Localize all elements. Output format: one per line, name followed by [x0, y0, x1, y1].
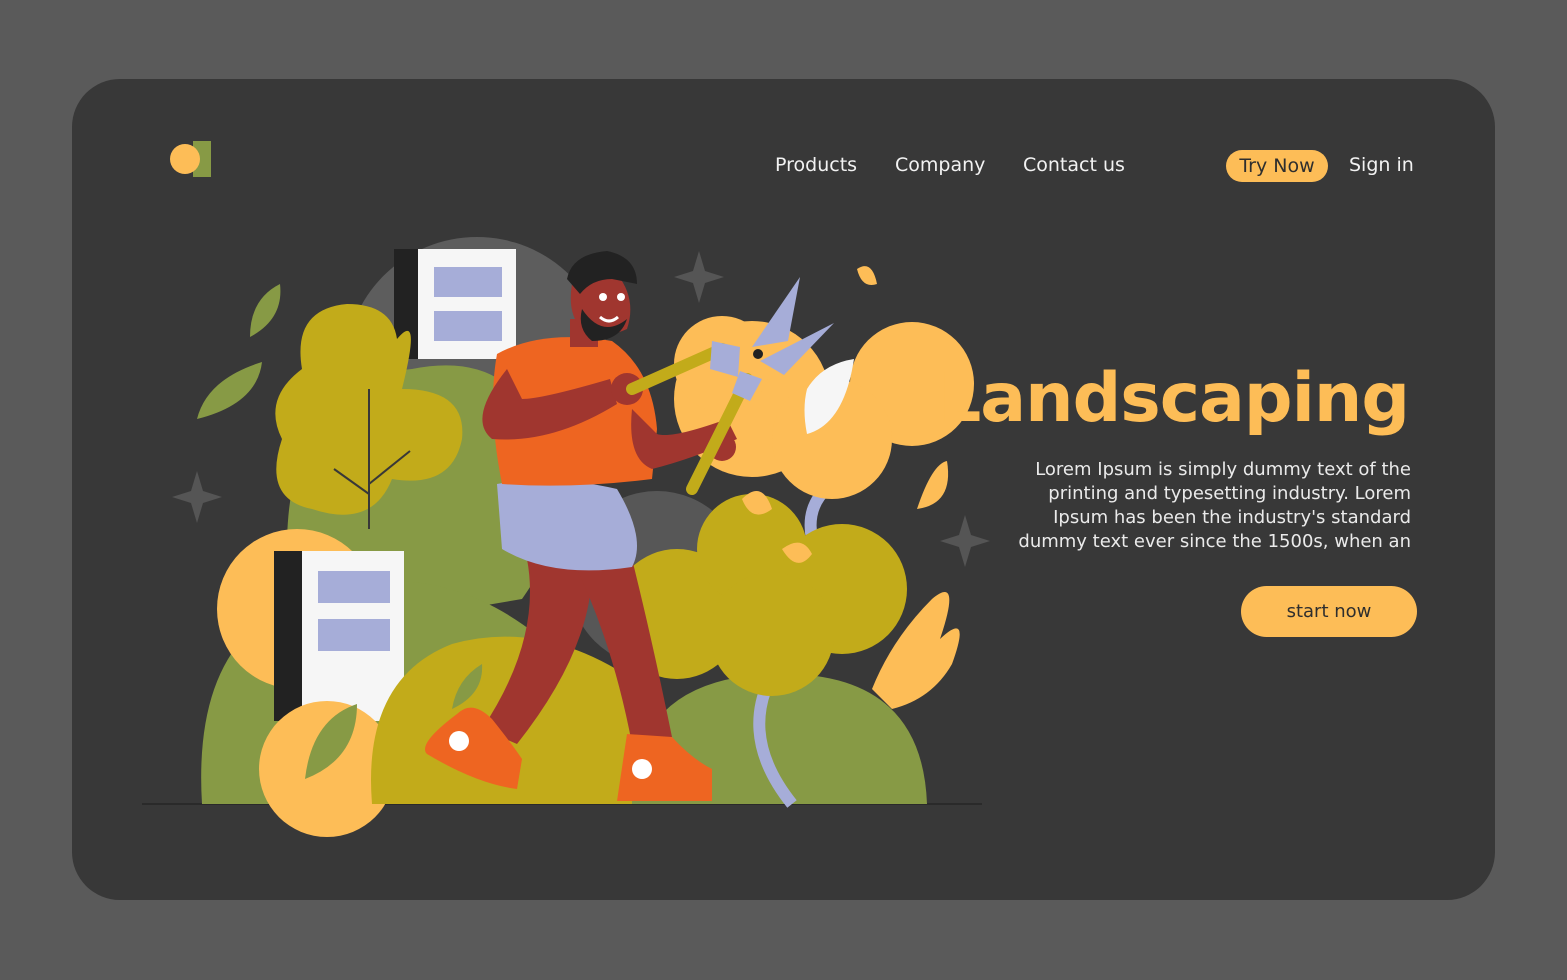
- start-now-button[interactable]: start now: [1241, 586, 1417, 637]
- building-icon: [394, 249, 516, 359]
- tree-shape: [674, 266, 974, 509]
- shorts-shape: [497, 480, 637, 571]
- sparkle-icon: [674, 251, 724, 303]
- nav-company-link[interactable]: Company: [895, 152, 985, 178]
- sign-in-link[interactable]: Sign in: [1349, 152, 1414, 178]
- leaf-icon: [197, 362, 262, 419]
- nav-contact-link[interactable]: Contact us: [1023, 152, 1125, 178]
- building-icon: [274, 551, 404, 721]
- landing-card: Products Company Contact us Try Now Sign…: [72, 79, 1495, 900]
- sparkle-icon: [172, 471, 222, 523]
- hero-title: Landscaping: [937, 359, 1410, 438]
- sparkle-icon: [940, 515, 990, 567]
- brand-logo-icon[interactable]: [169, 140, 215, 178]
- nav-products-link[interactable]: Products: [775, 152, 857, 178]
- try-now-button[interactable]: Try Now: [1226, 150, 1328, 182]
- leaf-icon: [250, 284, 281, 337]
- hero-description: Lorem Ipsum is simply dummy text of the …: [1018, 459, 1411, 552]
